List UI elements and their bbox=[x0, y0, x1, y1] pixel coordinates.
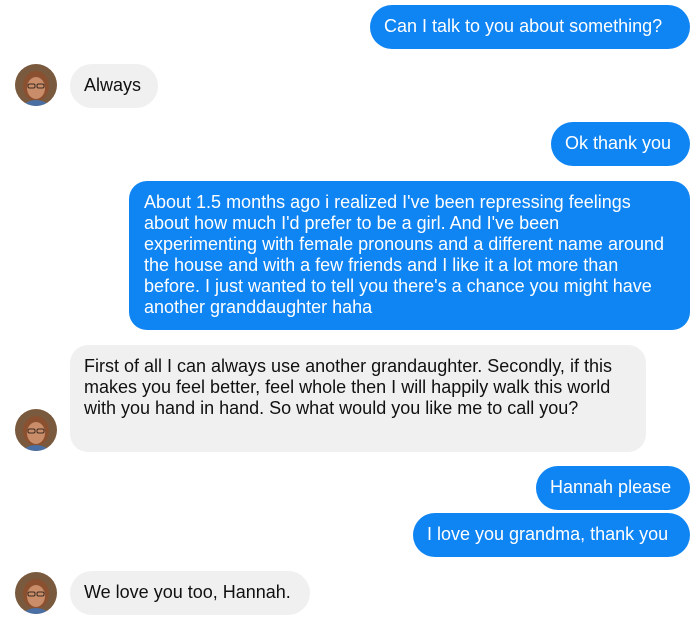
contact-avatar[interactable] bbox=[15, 64, 57, 106]
contact-avatar[interactable] bbox=[15, 409, 57, 451]
outgoing-message[interactable]: Can I talk to you about something? bbox=[370, 5, 690, 49]
incoming-message[interactable]: First of all I can always use another gr… bbox=[70, 345, 646, 452]
outgoing-message[interactable]: About 1.5 months ago i realized I've bee… bbox=[129, 181, 690, 330]
avatar-photo-icon bbox=[15, 64, 57, 106]
incoming-message[interactable]: Always bbox=[70, 64, 158, 108]
outgoing-message[interactable]: Ok thank you bbox=[551, 122, 690, 166]
outgoing-message[interactable]: I love you grandma, thank you bbox=[413, 513, 690, 557]
contact-avatar[interactable] bbox=[15, 572, 57, 614]
incoming-message[interactable]: We love you too, Hannah. bbox=[70, 571, 310, 615]
avatar-photo-icon bbox=[15, 409, 57, 451]
outgoing-message[interactable]: Hannah please bbox=[536, 466, 690, 510]
avatar-photo-icon bbox=[15, 572, 57, 614]
